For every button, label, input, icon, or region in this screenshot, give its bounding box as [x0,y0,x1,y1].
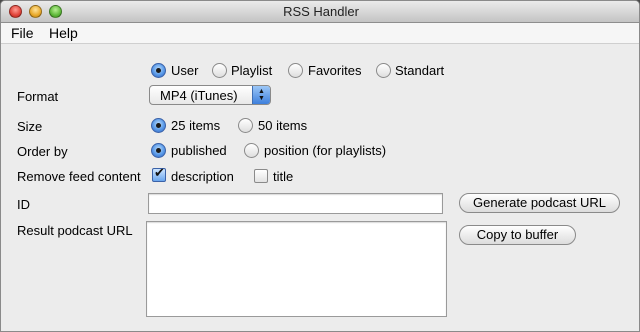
size-label: Size [17,119,43,134]
select-arrows-icon: ▲ ▼ [252,86,270,104]
checkbox-title-label[interactable]: title [273,169,293,184]
checkbox-title[interactable] [254,169,268,183]
radio-order-published[interactable] [151,143,166,158]
radio-size-25-label[interactable]: 25 items [171,118,220,133]
radio-order-position-label[interactable]: position (for playlists) [264,143,386,158]
radio-size-50[interactable] [238,118,253,133]
window-title: RSS Handler [283,4,359,19]
radio-favorites[interactable] [288,63,303,78]
radio-size-25[interactable] [151,118,166,133]
radio-user-label[interactable]: User [171,63,198,78]
format-select-value: MP4 (iTunes) [160,88,238,103]
remove-label: Remove feed content [17,169,141,184]
radio-standart-label[interactable]: Standart [395,63,444,78]
radio-user[interactable] [151,63,166,78]
menu-file[interactable]: File [11,25,34,41]
menu-bar: File Help [1,23,639,44]
order-label: Order by [17,144,68,159]
result-label: Result podcast URL [17,223,133,238]
radio-order-published-label[interactable]: published [171,143,227,158]
format-select[interactable]: MP4 (iTunes) ▲ ▼ [149,85,271,105]
radio-standart[interactable] [376,63,391,78]
id-label: ID [17,197,30,212]
title-bar: RSS Handler [1,1,639,23]
radio-order-position[interactable] [244,143,259,158]
id-input[interactable] [148,193,443,214]
radio-playlist-label[interactable]: Playlist [231,63,272,78]
format-label: Format [17,89,59,104]
generate-podcast-url-button[interactable]: Generate podcast URL [459,193,620,213]
checkbox-description[interactable] [152,166,166,182]
copy-to-buffer-button[interactable]: Copy to buffer [459,225,576,245]
checkbox-description-label[interactable]: description [171,169,234,184]
radio-favorites-label[interactable]: Favorites [308,63,361,78]
app-window: RSS Handler File Help User Playlist Favo… [0,0,640,332]
radio-playlist[interactable] [212,63,227,78]
result-url-textarea[interactable] [146,221,447,317]
radio-size-50-label[interactable]: 50 items [258,118,307,133]
menu-help[interactable]: Help [49,25,78,41]
